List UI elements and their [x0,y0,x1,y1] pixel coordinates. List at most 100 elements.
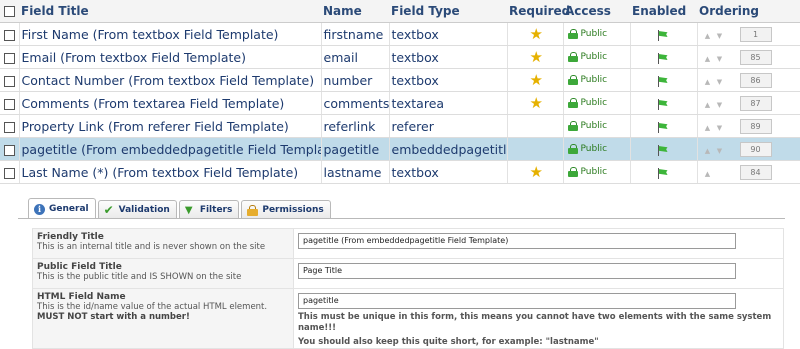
row-checkbox[interactable] [3,52,15,64]
form-row-friendly-title: Friendly Title This is an internal title… [32,228,784,259]
enabled-flag-icon[interactable] [657,145,669,156]
move-up-icon[interactable]: ▲ [702,78,714,86]
order-input[interactable]: 90 [739,142,772,157]
enabled-flag-icon[interactable] [657,30,669,41]
lock-icon [247,204,259,216]
col-field-type[interactable]: Field Type [389,0,507,23]
access-cell: Public [563,91,631,115]
order-input[interactable]: 84 [739,165,772,180]
access-toggle[interactable]: Public [566,97,607,108]
field-title-cell[interactable]: Contact Number (From textbox Field Templ… [19,68,322,92]
move-down-icon[interactable]: ▼ [714,32,726,40]
enabled-flag-icon[interactable] [657,53,669,64]
field-name-cell: lastname [321,160,390,184]
access-toggle[interactable]: Public [566,51,607,62]
ordering-cell: ▲ ▼ 1 [697,22,800,46]
required-cell: ★ [507,91,564,115]
enabled-flag-icon[interactable] [657,99,669,110]
enabled-flag-icon[interactable] [657,168,669,179]
move-down-icon[interactable]: ▼ [714,101,726,109]
move-up-icon[interactable]: ▲ [702,147,714,155]
move-up-icon[interactable]: ▲ [702,101,714,109]
table-row[interactable]: Property Link (From referer Field Templa… [0,114,800,138]
access-label: Public [580,74,608,85]
public-title-label: Public Field Title [37,262,122,272]
move-up-icon[interactable]: ▲ [702,32,714,40]
row-checkbox[interactable] [3,167,15,179]
friendly-title-input[interactable]: pagetitle (From embeddedpagetitle Field … [298,233,736,249]
row-checkbox[interactable] [3,121,15,133]
tab-permissions[interactable]: Permissions [241,200,331,219]
html-name-input[interactable]: pagetitle [298,293,736,309]
required-cell: ★ [507,160,564,184]
ordering-cell: ▲ ▼ 85 [697,45,800,69]
access-toggle[interactable]: Public [566,120,608,131]
ordering-cell: ▲ ▼ 90 [697,137,800,161]
order-input[interactable]: 86 [739,73,772,88]
required-cell [507,114,564,138]
row-checkbox-cell [0,45,20,69]
access-cell: Public [563,68,631,92]
move-up-icon[interactable]: ▲ [702,55,714,63]
row-checkbox-cell [0,160,20,184]
row-checkbox[interactable] [3,144,15,156]
col-name[interactable]: Name [321,0,389,23]
tab-label: Permissions [262,205,324,215]
move-down-icon[interactable]: ▼ [714,78,726,86]
row-checkbox[interactable] [3,98,15,110]
row-checkbox[interactable] [3,75,15,87]
col-field-title[interactable]: Field Title [19,0,321,23]
order-input[interactable]: 85 [739,50,772,65]
required-star-icon[interactable]: ★ [510,94,543,112]
order-input[interactable]: 87 [739,96,772,111]
access-lock-icon [567,143,578,154]
table-row[interactable]: Contact Number (From textbox Field Templ… [0,68,800,92]
access-toggle[interactable]: Public [566,143,607,154]
required-star-icon[interactable]: ★ [510,25,543,43]
col-access[interactable]: Access [563,0,630,23]
field-title-cell[interactable]: First Name (From textbox Field Template) [19,22,322,46]
settings-tabs: i General ✔ Validation ▼ Filters Permiss… [28,198,331,219]
access-toggle[interactable]: Public [566,28,607,39]
required-star-icon[interactable]: ★ [510,48,543,66]
field-title-cell[interactable]: Comments (From textarea Field Template) [19,91,322,115]
enabled-flag-icon[interactable] [657,122,669,133]
field-title-cell[interactable]: Last Name (*) (From textbox Field Templa… [19,160,322,184]
move-up-icon[interactable]: ▲ [702,124,714,132]
field-type-cell: textarea [389,91,508,115]
field-type-cell: embeddedpagetitle [389,137,508,161]
select-all-checkbox[interactable] [0,0,19,23]
table-row[interactable]: Comments (From textarea Field Template) c… [0,91,800,115]
general-settings-form: Friendly Title This is an internal title… [32,228,784,349]
move-up-icon[interactable]: ▲ [702,170,714,178]
row-checkbox[interactable] [3,29,15,41]
col-enabled[interactable]: Enabled [630,0,697,23]
table-row[interactable]: Last Name (*) (From textbox Field Templa… [0,160,800,184]
enabled-flag-icon[interactable] [657,76,669,87]
access-toggle[interactable]: Public [566,74,608,85]
access-toggle[interactable]: Public [566,166,607,177]
field-title-cell[interactable]: Email (From textbox Field Template) [19,45,322,69]
table-row[interactable]: Email (From textbox Field Template) email… [0,45,800,69]
table-row[interactable]: First Name (From textbox Field Template)… [0,22,800,46]
ordering-cell: ▲ 84 [697,160,800,184]
tab-filters[interactable]: ▼ Filters [178,200,240,219]
order-input[interactable]: 1 [739,27,772,42]
tab-general[interactable]: i General [28,198,96,219]
required-star-icon[interactable]: ★ [510,71,543,89]
tab-validation[interactable]: ✔ Validation [97,200,177,219]
access-cell: Public [563,22,631,46]
col-ordering[interactable]: Ordering [697,0,800,23]
row-checkbox-cell [0,68,20,92]
order-input[interactable]: 89 [739,119,772,134]
move-down-icon[interactable]: ▼ [714,55,726,63]
field-title-cell[interactable]: Property Link (From referer Field Templa… [19,114,322,138]
required-star-icon[interactable]: ★ [510,163,543,181]
move-down-icon[interactable]: ▼ [714,124,726,132]
table-row[interactable]: pagetitle (From embeddedpagetitle Field … [0,137,800,161]
access-label: Public [580,120,608,131]
field-title-cell[interactable]: pagetitle (From embeddedpagetitle Field … [19,137,322,161]
move-down-icon[interactable]: ▼ [714,147,726,155]
col-required[interactable]: Required [507,0,570,23]
public-title-input[interactable]: Page Title [298,263,736,279]
